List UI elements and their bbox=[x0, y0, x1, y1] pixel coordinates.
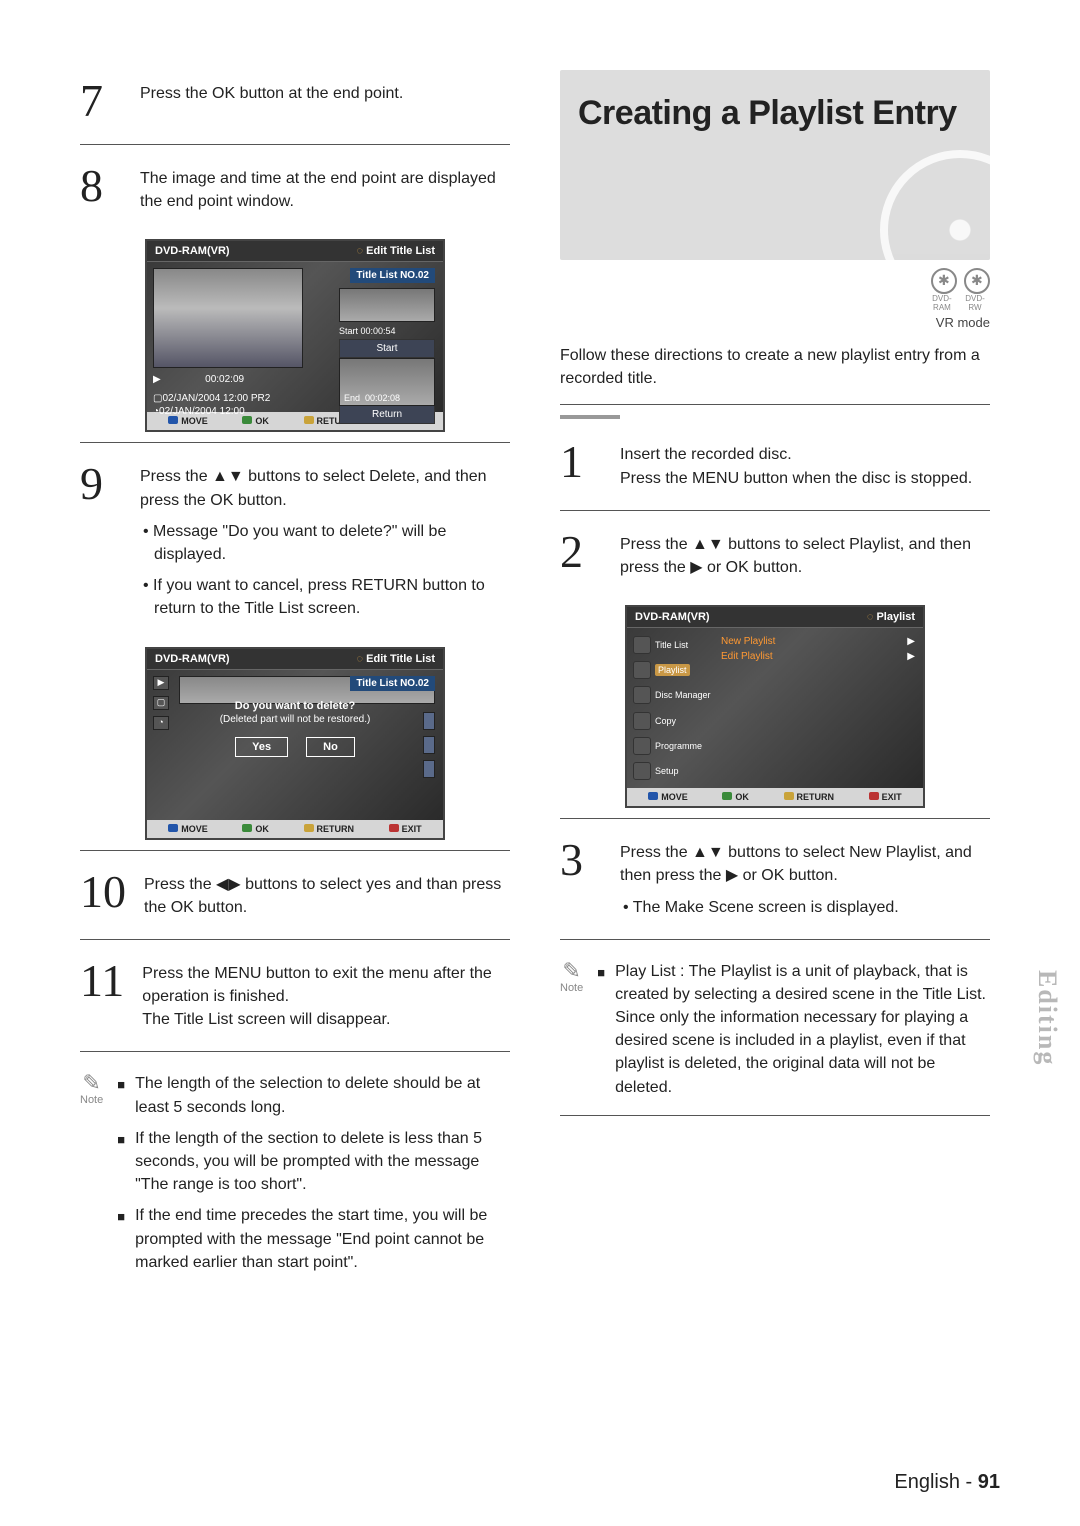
step-number: 9 bbox=[80, 461, 122, 507]
disc-type-chips: DVD-RAM DVD-RW bbox=[560, 268, 990, 313]
menu-disc-manager[interactable]: Disc Manager bbox=[633, 685, 715, 706]
disc-graphic bbox=[880, 150, 990, 260]
step-1: 1 Insert the recorded disc. Press the ME… bbox=[560, 431, 990, 501]
osd-preview-thumbnail bbox=[153, 268, 303, 368]
divider bbox=[560, 818, 990, 819]
osd-side-icon: ◔ bbox=[153, 716, 169, 730]
divider bbox=[80, 144, 510, 145]
osd-yes-button[interactable]: Yes bbox=[235, 737, 288, 757]
osd-playtime: ▶ 00:02:09 bbox=[153, 374, 244, 385]
step-3: 3 Press the ▲▼ buttons to select New Pla… bbox=[560, 829, 990, 931]
osd-delete-confirm: DVD-RAM(VR) ◌ Edit Title List ▶ ▢ ◔ Titl… bbox=[145, 647, 445, 840]
osd-header-right: ◌ Edit Title List bbox=[357, 245, 435, 257]
osd-action-thumb bbox=[339, 288, 435, 322]
osd-title-list-label: Title List NO.02 bbox=[350, 268, 435, 283]
page-footer: English - 91 bbox=[894, 1471, 1000, 1494]
osd-start-button[interactable]: Start bbox=[339, 339, 435, 358]
divider bbox=[560, 939, 990, 940]
intro-text: Follow these directions to create a new … bbox=[560, 344, 990, 390]
divider bbox=[560, 1115, 990, 1116]
menu-playlist[interactable]: Playlist bbox=[633, 659, 715, 680]
step-number: 11 bbox=[80, 958, 124, 1004]
note-text: If the end time precedes the start time,… bbox=[135, 1204, 510, 1274]
osd-disc-label: DVD-RAM(VR) bbox=[155, 653, 230, 665]
divider bbox=[80, 442, 510, 443]
osd-recording-info: ▢02/JAN/2004 12:00 PR2 ◔02/JAN/2004 12:0… bbox=[153, 392, 270, 418]
osd-disc-label: DVD-RAM(VR) bbox=[155, 245, 230, 257]
divider bbox=[80, 850, 510, 851]
note-block: ✎ Note ■Play List : The Playlist is a un… bbox=[560, 950, 990, 1107]
section-heading: Creating a Playlist Entry bbox=[578, 94, 972, 133]
step-number: 2 bbox=[560, 529, 602, 575]
step-10: 10 Press the ◀▶ buttons to select yes an… bbox=[80, 861, 510, 931]
osd-header-right: ◌ Edit Title List bbox=[357, 653, 435, 665]
step-text: The Title List screen will disappear. bbox=[142, 1008, 510, 1031]
osd-dialog: Do you want to delete? (Deleted part wil… bbox=[200, 700, 389, 757]
menu-programme[interactable]: Programme bbox=[633, 735, 715, 756]
osd-end-thumb: End 00:02:08 bbox=[339, 358, 435, 406]
osd-disc-label: DVD-RAM(VR) bbox=[635, 611, 710, 623]
option-new-playlist[interactable]: New Playlist▶ bbox=[721, 634, 915, 649]
note-text: If the length of the section to delete i… bbox=[135, 1127, 510, 1197]
step-bullet: Message "Do you want to delete?" will be… bbox=[140, 520, 510, 566]
bullet-icon: ■ bbox=[117, 1127, 125, 1197]
bullet-icon: ■ bbox=[597, 960, 605, 1099]
step-text: Press the ▲▼ buttons to select New Playl… bbox=[620, 841, 990, 887]
step-9: 9 Press the ▲▼ buttons to select Delete,… bbox=[80, 453, 510, 632]
osd-return-button[interactable]: Return bbox=[339, 405, 435, 424]
step-number: 1 bbox=[560, 439, 602, 485]
step-8: 8 The image and time at the end point ar… bbox=[80, 155, 510, 225]
osd-footer-hints: MOVE OK RETURN EXIT bbox=[627, 788, 923, 806]
dvd-ram-icon bbox=[931, 268, 957, 294]
menu-copy[interactable]: Copy bbox=[633, 710, 715, 731]
osd-side-icon: ▢ bbox=[153, 696, 169, 710]
step-2: 2 Press the ▲▼ buttons to select Playlis… bbox=[560, 521, 990, 591]
osd-no-button[interactable]: No bbox=[306, 737, 355, 757]
step-text: Press the MENU button to exit the menu a… bbox=[142, 962, 510, 1008]
note-text: The length of the selection to delete sh… bbox=[135, 1072, 510, 1118]
step-text: Press the ▲▼ buttons to select Playlist,… bbox=[620, 529, 990, 579]
step-text: The image and time at the end point are … bbox=[140, 163, 510, 213]
bullet-icon: ■ bbox=[117, 1204, 125, 1274]
step-7: 7 Press the OK button at the end point. bbox=[80, 70, 510, 136]
step-text: Press the OK button at the end point. bbox=[140, 78, 510, 105]
option-edit-playlist[interactable]: Edit Playlist▶ bbox=[721, 649, 915, 664]
note-block: ✎ Note ■The length of the selection to d… bbox=[80, 1062, 510, 1282]
step-text: Insert the recorded disc. bbox=[620, 443, 990, 466]
step-number: 7 bbox=[80, 78, 122, 124]
step-number: 8 bbox=[80, 163, 122, 209]
divider bbox=[560, 510, 990, 511]
step-text: Press the MENU button when the disc is s… bbox=[620, 467, 990, 490]
step-bullet: The Make Scene screen is displayed. bbox=[620, 896, 990, 919]
divider bbox=[80, 1051, 510, 1052]
section-heading-box: Creating a Playlist Entry bbox=[560, 70, 990, 260]
osd-title-list-label: Title List NO.02 bbox=[350, 676, 435, 691]
note-icon: ✎ bbox=[560, 960, 583, 982]
menu-setup[interactable]: Setup bbox=[633, 761, 715, 782]
bullet-icon: ■ bbox=[117, 1072, 125, 1118]
menu-title-list[interactable]: Title List bbox=[633, 634, 715, 655]
note-text: Play List : The Playlist is a unit of pl… bbox=[615, 960, 990, 1099]
accent-rule bbox=[560, 415, 620, 419]
divider bbox=[560, 404, 990, 405]
note-icon: ✎ bbox=[80, 1072, 103, 1094]
osd-header-right: ◌ Playlist bbox=[867, 611, 915, 623]
dvd-rw-icon bbox=[964, 268, 990, 294]
note-label: Note bbox=[80, 1094, 103, 1106]
osd-side-icon: ▶ bbox=[153, 676, 169, 690]
side-caption: Editing bbox=[1032, 970, 1062, 1066]
step-11: 11 Press the MENU button to exit the men… bbox=[80, 950, 510, 1044]
step-number: 10 bbox=[80, 869, 126, 915]
note-label: Note bbox=[560, 982, 583, 994]
step-text: Press the ▲▼ buttons to select Delete, a… bbox=[140, 465, 510, 511]
osd-playlist-menu: DVD-RAM(VR) ◌ Playlist Title List Playli… bbox=[625, 605, 925, 808]
osd-footer-hints: MOVE OK RETURN EXIT bbox=[147, 820, 443, 838]
step-text: Press the ◀▶ buttons to select yes and t… bbox=[144, 869, 510, 919]
divider bbox=[80, 939, 510, 940]
vr-mode-label: VR mode bbox=[560, 315, 990, 330]
osd-edit-title-list: DVD-RAM(VR) ◌ Edit Title List Title List… bbox=[145, 239, 445, 432]
step-bullet: If you want to cancel, press RETURN butt… bbox=[140, 574, 510, 620]
step-number: 3 bbox=[560, 837, 602, 883]
